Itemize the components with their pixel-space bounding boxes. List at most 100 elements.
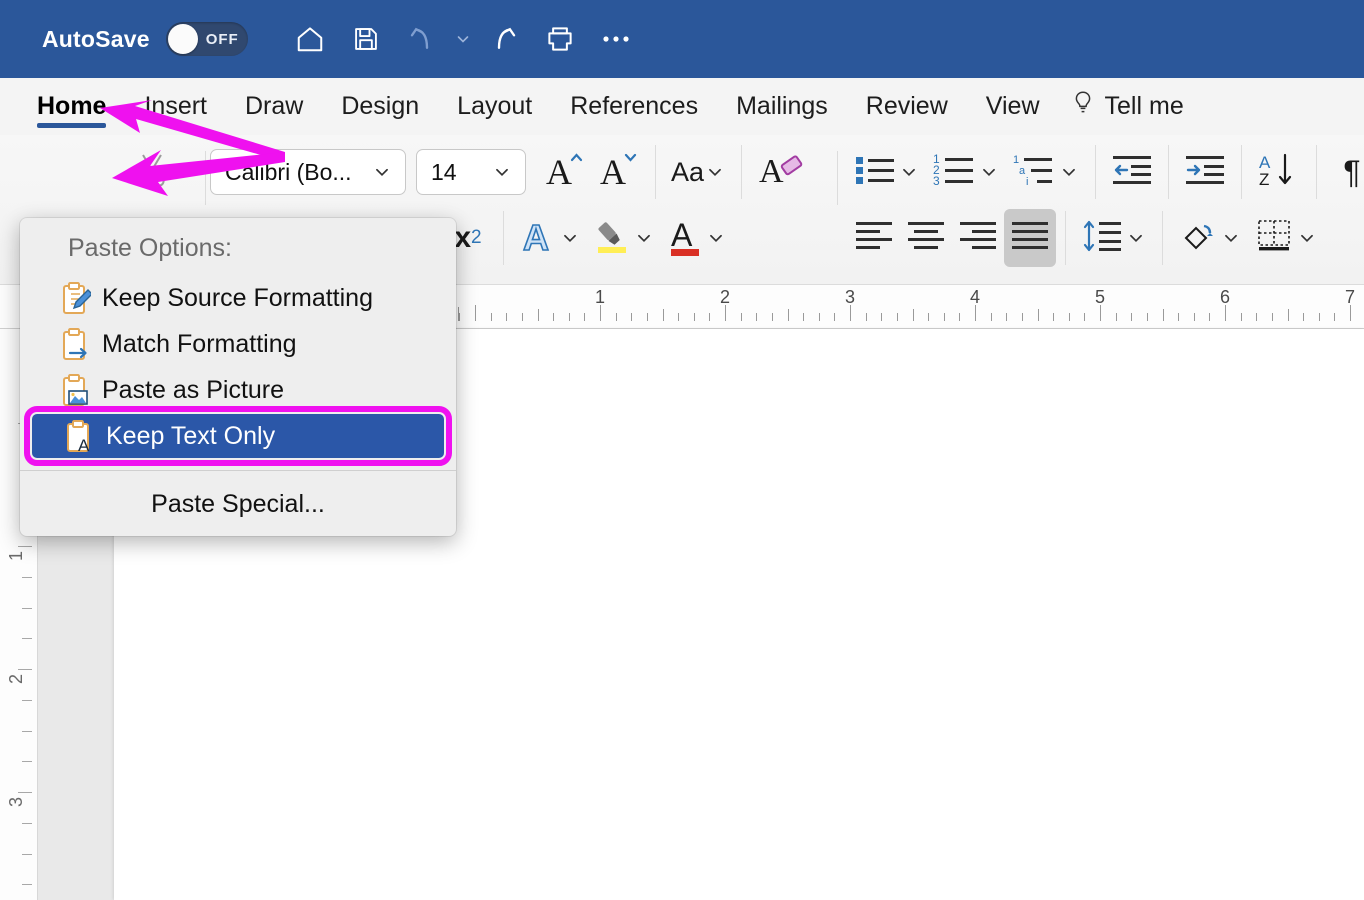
tab-home-label: Home [37,92,107,120]
align-left-button[interactable] [848,209,900,267]
line-spacing-icon [1081,218,1125,259]
ruler-tick [803,313,805,321]
ruler-tick [928,313,930,321]
align-right-icon [958,219,998,258]
chevron-down-icon[interactable] [559,229,581,247]
chevron-down-icon[interactable] [1058,163,1080,181]
borders-icon [1254,217,1296,260]
ruler-tab-marker[interactable] [458,307,459,321]
increase-indent-button[interactable] [1178,143,1232,201]
pilcrow-icon: ¶ [1343,153,1361,190]
bullets-button[interactable] [848,143,926,201]
chevron-down-icon[interactable] [1220,229,1242,247]
multilevel-list-button[interactable]: 1 a i [1006,143,1086,201]
tab-view[interactable]: View [967,78,1059,135]
chevron-down-icon[interactable] [978,163,1000,181]
home-icon[interactable] [282,11,338,67]
ruler-tick [1271,313,1273,321]
tell-me-button[interactable]: Tell me [1059,78,1203,135]
menu-item-paste-as-picture[interactable]: Paste as Picture [28,368,448,412]
borders-button[interactable] [1248,209,1324,267]
shrink-font-button[interactable]: A [592,143,646,201]
justify-button[interactable] [1004,209,1056,267]
tab-references[interactable]: References [551,78,717,135]
align-right-button[interactable] [952,209,1004,267]
numbering-button[interactable]: 1 2 3 [926,143,1006,201]
redo-icon[interactable] [476,11,532,67]
paste-options-title: Paste Options: [68,234,232,262]
tab-insert[interactable]: Insert [125,78,226,135]
tab-insert-label: Insert [144,92,207,120]
tab-mailings[interactable]: Mailings [717,78,847,135]
menu-item-keep-source-formatting[interactable]: Keep Source Formatting [28,276,448,320]
align-center-button[interactable] [900,209,952,267]
ruler-label: 7 [1344,287,1356,307]
superscript-label: x [454,221,472,254]
shrink-font-icon: A [598,148,640,197]
ruler-tick [787,309,789,321]
grow-font-button[interactable]: A [538,143,592,201]
ruler-label: 3 [844,287,856,307]
word-window: AutoSave OFF Home Insert Draw Design Lay… [0,0,1364,900]
tab-layout[interactable]: Layout [438,78,551,135]
show-marks-button[interactable]: ¶ [1326,143,1364,201]
line-spacing-button[interactable] [1075,209,1153,267]
ruler-tick [22,607,32,609]
tell-me-label: Tell me [1104,92,1184,120]
menu-item-label: Keep Text Only [106,421,276,450]
ruler-tick [959,313,961,321]
cut-button[interactable] [126,143,178,201]
decrease-indent-button[interactable] [1105,143,1159,201]
change-case-button[interactable]: Aa [665,143,732,201]
paste-options-menu: Paste Options: Keep Source Formatting Ma… [20,218,456,536]
svg-text:A: A [671,217,693,253]
tab-design[interactable]: Design [322,78,438,135]
ruler-tick [1053,313,1055,321]
more-icon[interactable] [588,11,644,67]
svg-text:A: A [78,436,90,453]
ruler-tick [22,853,32,855]
ruler-label: 1 [6,550,26,562]
text-highlight-button[interactable] [587,209,661,267]
ruler-label: 3 [6,796,26,808]
font-name-combo[interactable]: Calibri (Bo... [210,149,406,195]
ruler-label: 6 [1219,287,1231,307]
align-left-icon [854,219,894,258]
clear-formatting-button[interactable]: A [751,143,809,201]
ruler-tick [1256,313,1258,321]
ruler-tick [22,699,32,701]
tab-view-label: View [985,92,1040,120]
chevron-down-icon[interactable] [898,163,920,181]
chevron-down-icon[interactable] [633,229,655,247]
menu-item-keep-text-only[interactable]: A Keep Text Only [24,406,452,466]
svg-text:A: A [546,152,572,192]
tab-draw[interactable]: Draw [226,78,322,135]
quick-access-toolbar [282,11,644,67]
shading-button[interactable] [1172,209,1248,267]
tab-review[interactable]: Review [847,78,967,135]
text-effects-button[interactable]: A [513,209,587,267]
menu-item-match-formatting[interactable]: Match Formatting [28,322,448,366]
chevron-down-icon[interactable] [705,229,727,247]
print-icon[interactable] [532,11,588,67]
menu-item-paste-special[interactable]: Paste Special... [20,482,456,526]
ruler-tick [1162,309,1164,321]
autosave-toggle[interactable]: OFF [165,22,248,56]
font-color-button[interactable]: A [661,209,733,267]
toggle-knob [167,24,198,54]
clear-formatting-icon: A [757,148,803,197]
ruler-tick [912,309,914,321]
ruler-label: 1 [594,287,606,307]
ruler-label: 5 [1094,287,1106,307]
chevron-down-icon[interactable] [1125,229,1147,247]
undo-chevron-icon[interactable] [450,31,476,47]
tab-layout-label: Layout [457,92,533,120]
sort-button[interactable]: A Z [1251,143,1307,201]
undo-icon[interactable] [394,11,450,67]
save-icon[interactable] [338,11,394,67]
chevron-down-icon[interactable] [1296,229,1318,247]
paragraph-group-row-2 [848,209,1324,267]
tab-home[interactable]: Home [18,78,125,135]
font-size-combo[interactable]: 14 [416,149,526,195]
ruler-tick [1287,309,1289,321]
